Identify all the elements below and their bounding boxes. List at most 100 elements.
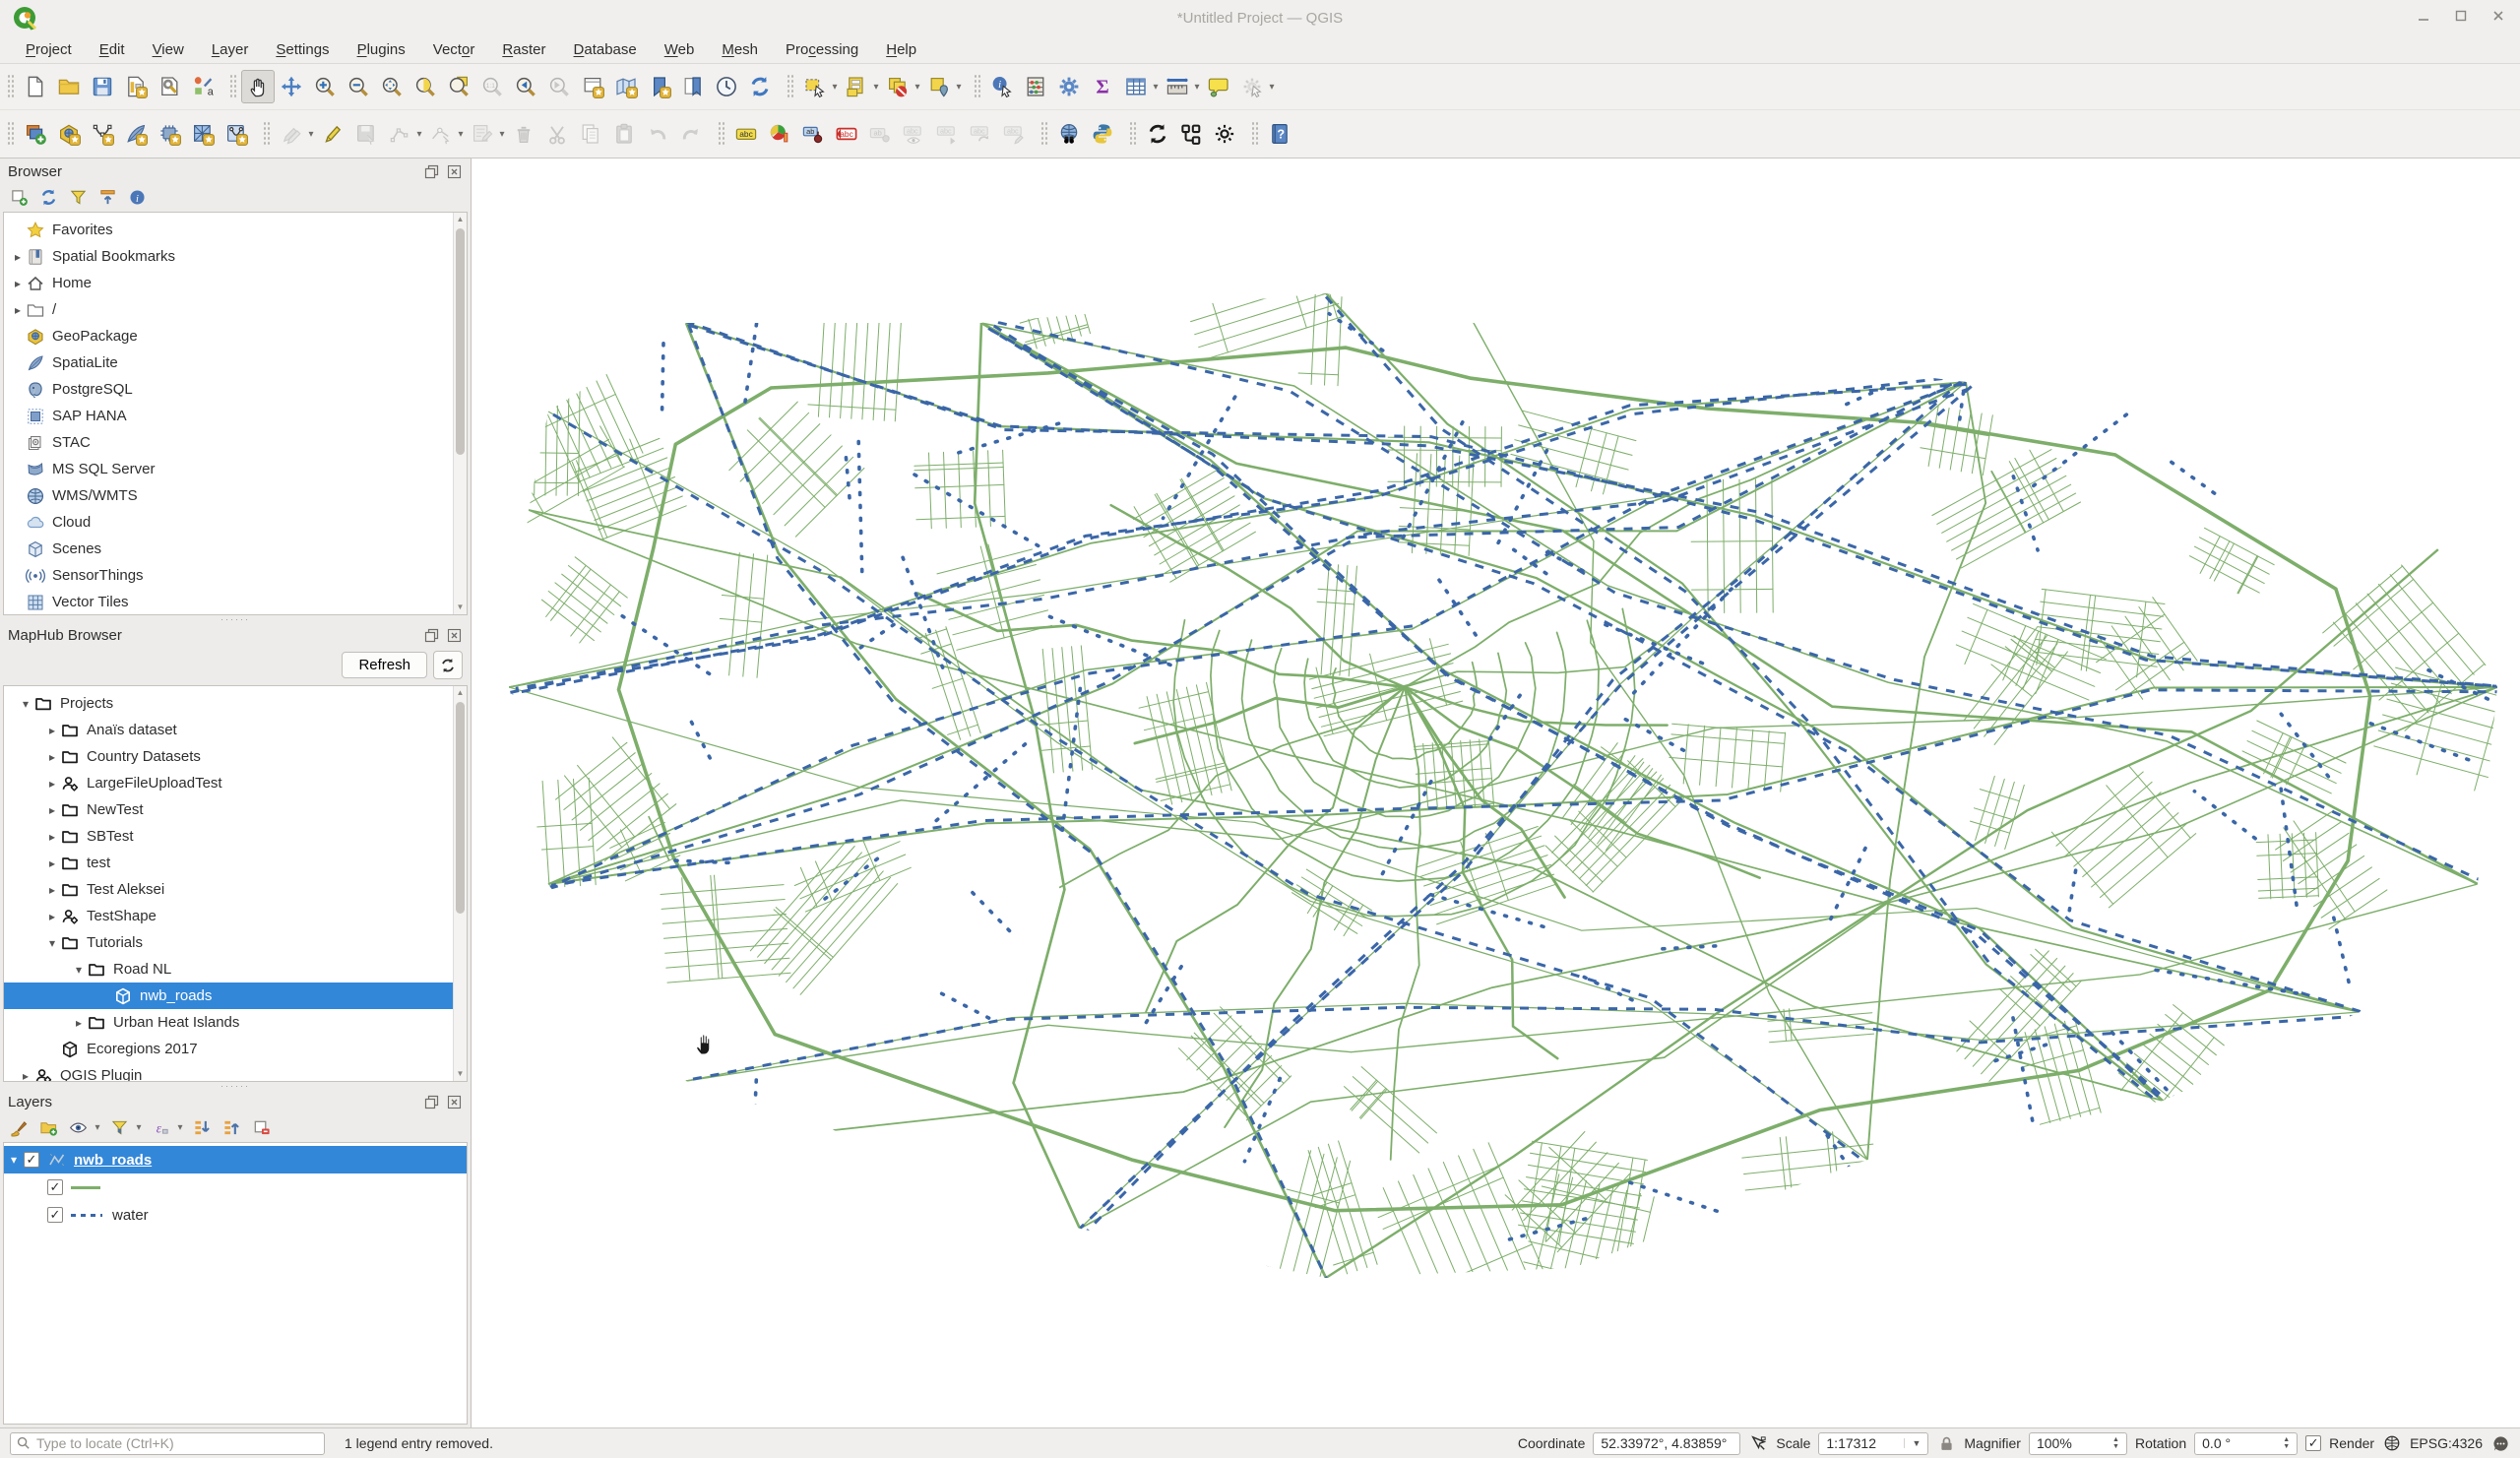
pan-to-selection-button[interactable] [275, 70, 308, 103]
new-virtual-layer-button[interactable] [153, 117, 186, 151]
expand-arrow[interactable]: ▸ [44, 803, 60, 817]
pan-map-button[interactable] [241, 70, 275, 103]
menu-help[interactable]: Help [874, 39, 928, 60]
tree-item-stac[interactable]: STAC [4, 429, 467, 456]
browser-float-button[interactable] [423, 163, 440, 180]
copy-features-button[interactable] [574, 117, 607, 151]
tree-item-wms-wmts[interactable]: WMS/WMTS [4, 482, 467, 509]
map-tips-button[interactable] [1202, 70, 1235, 103]
identify-features-button[interactable]: i [985, 70, 1019, 103]
tree-item-postgresql[interactable]: PostgreSQL [4, 376, 467, 403]
open-project-button[interactable] [52, 70, 86, 103]
magnifier-spinbox[interactable]: 100% ▲▼ [2029, 1432, 2127, 1455]
remove-layer-button[interactable] [248, 1115, 274, 1139]
filter-by-expression-dropdown[interactable]: ▾ [175, 1122, 185, 1133]
zoom-in-button[interactable] [308, 70, 342, 103]
metasearch-button[interactable] [1052, 117, 1086, 151]
zoom-to-layer-button[interactable] [442, 70, 475, 103]
expand-arrow[interactable]: ▸ [44, 910, 60, 923]
maphub-close-button[interactable] [446, 627, 463, 644]
tree-item-sbtest[interactable]: ▸SBTest [4, 823, 467, 850]
maphub-structure-button[interactable] [1174, 117, 1208, 151]
enable-properties-widget-button[interactable]: i [124, 185, 150, 209]
tree-item-tutorials[interactable]: ▾Tutorials [4, 929, 467, 956]
toolbar-handle[interactable] [7, 74, 15, 99]
collapse-all-button[interactable] [94, 185, 120, 209]
menu-plugins[interactable]: Plugins [346, 39, 417, 60]
zoom-next-button[interactable] [542, 70, 576, 103]
refresh-map-button[interactable] [743, 70, 777, 103]
tree-item-urban-heat-islands[interactable]: ▸Urban Heat Islands [4, 1009, 467, 1036]
expand-arrow[interactable]: ▸ [44, 777, 60, 791]
add-group-button[interactable] [35, 1115, 61, 1139]
zoom-last-button[interactable] [509, 70, 542, 103]
new-spatial-bookmark-button[interactable] [643, 70, 676, 103]
rotate-label-button[interactable]: abc [964, 117, 997, 151]
redo-button[interactable] [674, 117, 708, 151]
menu-settings[interactable]: Settings [264, 39, 341, 60]
pin-unpin-labels-button[interactable]: ab [796, 117, 830, 151]
tree-item-largefileuploadtest[interactable]: ▸LargeFileUploadTest [4, 770, 467, 796]
tree-item-scenes[interactable]: Scenes [4, 536, 467, 562]
deselect-features-button[interactable] [881, 70, 914, 103]
zoom-native-resolution-button[interactable]: 1:1 [475, 70, 509, 103]
save-layer-edits-button[interactable] [349, 117, 383, 151]
menu-project[interactable]: Project [14, 39, 84, 60]
panel-splitter[interactable]: ······ [0, 615, 471, 622]
expand-arrow[interactable]: ▸ [71, 1016, 87, 1030]
show-layout-manager-button[interactable] [153, 70, 186, 103]
crs-status[interactable]: EPSG:4326 [2410, 1435, 2483, 1451]
expand-arrow[interactable]: ▸ [44, 883, 60, 897]
manage-map-themes-button[interactable] [65, 1115, 91, 1139]
tree-item-newtest[interactable]: ▸NewTest [4, 796, 467, 823]
expand-arrow[interactable]: ▸ [44, 830, 60, 844]
layers-float-button[interactable] [423, 1094, 440, 1110]
toolbar-handle[interactable] [1129, 121, 1137, 147]
show-hide-labels-button[interactable]: abc [897, 117, 930, 151]
new-geopackage-layer-button[interactable] [52, 117, 86, 151]
maphub-refresh-button[interactable]: Refresh [342, 652, 427, 678]
visibility-checkbox[interactable]: ✓ [24, 1152, 39, 1168]
maphub-float-button[interactable] [423, 627, 440, 644]
new-gpx-layer-button[interactable] [220, 117, 253, 151]
select-features-button[interactable] [798, 70, 832, 103]
open-attribute-table-button[interactable] [1119, 70, 1153, 103]
visibility-checkbox[interactable]: ✓ [47, 1207, 63, 1223]
vertical-scrollbar[interactable]: ▲▼ [453, 213, 467, 614]
expand-arrow[interactable]: ▸ [44, 856, 60, 870]
tree-item-geopackage[interactable]: GeoPackage [4, 323, 467, 349]
tree-item--[interactable]: ▸/ [4, 296, 467, 323]
new-print-layout-button[interactable] [119, 70, 153, 103]
select-by-location-button[interactable] [922, 70, 956, 103]
zoom-to-selection-button[interactable] [409, 70, 442, 103]
toolbar-handle[interactable] [7, 121, 15, 147]
locator-search[interactable] [10, 1432, 325, 1455]
toolbar-handle[interactable] [229, 74, 237, 99]
panel-splitter[interactable]: ······ [0, 1082, 471, 1089]
tree-item-sap-hana[interactable]: SAP HANA [4, 403, 467, 429]
menu-view[interactable]: View [141, 39, 196, 60]
new-project-button[interactable] [19, 70, 52, 103]
rotation-spinbox[interactable]: 0.0 ° ▲▼ [2194, 1432, 2298, 1455]
magnifier-spin-buttons[interactable]: ▲▼ [2112, 1436, 2119, 1450]
delete-selected-button[interactable] [507, 117, 540, 151]
menu-mesh[interactable]: Mesh [710, 39, 770, 60]
current-edits-button[interactable] [275, 117, 308, 151]
toolbar-handle[interactable] [1251, 121, 1259, 147]
minimize-button[interactable] [2416, 8, 2431, 24]
expand-arrow[interactable]: ▸ [10, 250, 26, 264]
field-calculator-button[interactable] [1019, 70, 1052, 103]
open-layer-styling-button[interactable] [6, 1115, 32, 1139]
expand-all-button[interactable] [189, 1115, 215, 1139]
legend-item-water[interactable]: ✓water [4, 1201, 467, 1229]
tree-item-ecoregions-2017[interactable]: Ecoregions 2017 [4, 1036, 467, 1062]
filter-legend-button[interactable] [106, 1115, 132, 1139]
expand-arrow[interactable]: ▾ [18, 697, 33, 711]
tree-item-favorites[interactable]: Favorites [4, 217, 467, 243]
tree-item-qgis-plugin[interactable]: ▸QGIS Plugin [4, 1062, 467, 1082]
vertical-scrollbar[interactable]: ▲▼ [453, 686, 467, 1081]
expand-arrow[interactable]: ▸ [18, 1069, 33, 1083]
maphub-sync-button[interactable] [1141, 117, 1174, 151]
new-map-view-button[interactable] [576, 70, 609, 103]
toolbar-handle[interactable] [1040, 121, 1048, 147]
